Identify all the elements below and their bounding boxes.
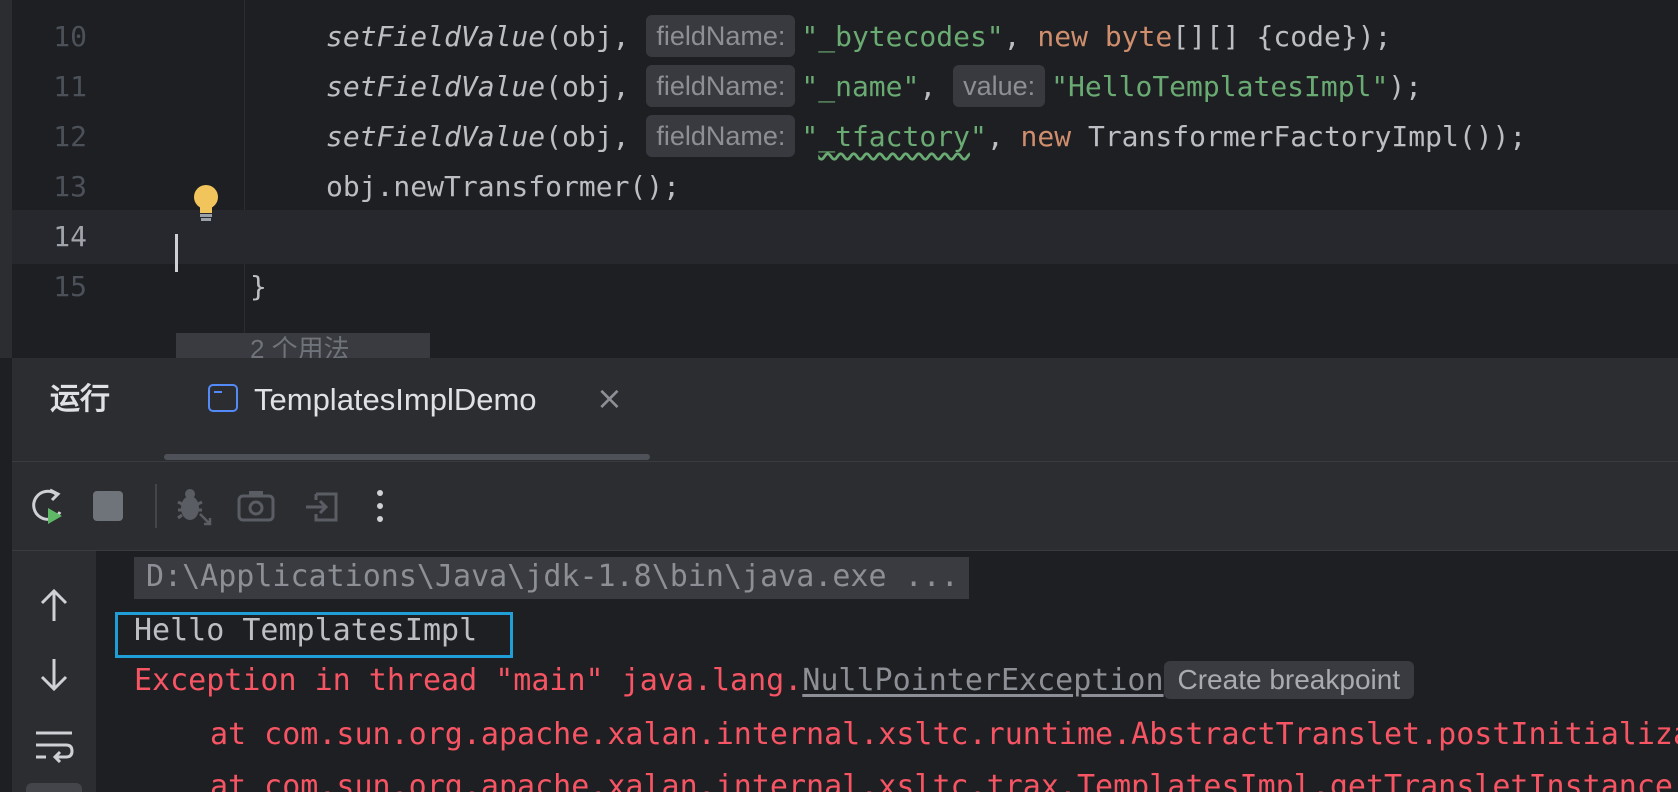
command-line[interactable]: D:\Applications\Java\jdk-1.8\bin\java.ex… (134, 557, 969, 599)
code-args: (obj, (545, 70, 647, 103)
arrow-down-icon[interactable] (32, 653, 76, 697)
stack-trace-line[interactable]: at com.sun.org.apache.xalan.internal.xsl… (210, 715, 1678, 755)
toolbar-separator (155, 484, 157, 528)
code-text[interactable]: setFieldValue(obj, fieldName: "_name", va… (326, 60, 1422, 114)
code-text[interactable]: setFieldValue(obj, fieldName: "_bytecodes… (326, 10, 1391, 64)
run-tool-window-header: 运行 TemplatesImplDemo × (12, 358, 1678, 462)
string-literal: "_name" (801, 70, 920, 103)
parameter-hint: fieldName: (646, 115, 796, 157)
parameter-hint: fieldName: (646, 65, 796, 107)
code-punct: , (919, 70, 954, 103)
code-punct: , (986, 120, 1021, 153)
code-args: (obj, (545, 20, 647, 53)
code-line[interactable]: 12 setFieldValue(obj, fieldName: "_tfacto… (12, 110, 1678, 164)
string-quote: " (801, 120, 819, 153)
more-options-icon[interactable] (358, 484, 402, 528)
string-quote: " (969, 120, 987, 153)
code-text[interactable]: obj.newTransformer(); (326, 160, 680, 214)
code-editor[interactable]: 10 setFieldValue(obj, fieldName: "_byteco… (0, 0, 1678, 358)
method-call: setFieldValue (326, 20, 546, 53)
stack-trace-line[interactable]: at com.sun.org.apache.xalan.internal.xsl… (210, 767, 1678, 792)
code-line[interactable]: 15 } (12, 260, 1678, 314)
arrow-up-icon[interactable] (32, 585, 76, 629)
parameter-hint: value: (953, 65, 1046, 107)
console-output[interactable]: D:\Applications\Java\jdk-1.8\bin\java.ex… (12, 551, 1678, 792)
string-literal: "HelloTemplatesImpl" (1051, 70, 1389, 103)
scroll-to-end-button[interactable] (26, 783, 82, 792)
code-punct: , (1003, 20, 1038, 53)
exception-line: Exception in thread "main" java.lang.Nul… (134, 660, 1415, 701)
code-line[interactable]: 10 setFieldValue(obj, fieldName: "_byteco… (12, 10, 1678, 64)
exception-class-link[interactable]: NullPointerException (802, 663, 1163, 698)
line-number: 13 (53, 170, 87, 203)
restore-layout-icon[interactable] (300, 484, 344, 528)
text-caret (175, 234, 178, 272)
usages-hint[interactable]: 2 个用法 (250, 336, 350, 358)
debug-icon[interactable] (170, 484, 214, 528)
code-line[interactable]: 11 setFieldValue(obj, fieldName: "_name",… (12, 60, 1678, 114)
run-tab[interactable]: TemplatesImplDemo × (196, 372, 660, 430)
code-line-current[interactable]: 14 (12, 210, 1678, 264)
code-line[interactable]: 13 obj.newTransformer(); (12, 160, 1678, 214)
soft-wrap-icon[interactable] (32, 723, 76, 767)
tab-selection-indicator (164, 454, 650, 460)
run-tab-label: TemplatesImplDemo (254, 382, 537, 417)
rerun-icon[interactable] (26, 484, 70, 528)
close-icon[interactable]: × (596, 378, 623, 418)
line-number: 11 (53, 70, 87, 103)
keyword: byte (1104, 20, 1173, 53)
run-panel-title: 运行 (50, 383, 110, 416)
run-toolbar (12, 462, 1678, 550)
console-side-toolbar (12, 551, 96, 792)
editor-left-edge (0, 0, 12, 358)
typo-string-literal: _tfactory (818, 120, 970, 153)
parameter-hint: fieldName: (646, 15, 796, 57)
highlight-box (115, 612, 513, 658)
method-call: setFieldValue (326, 120, 546, 153)
create-breakpoint-button[interactable]: Create breakpoint (1163, 660, 1415, 699)
screenshot-icon[interactable] (234, 484, 278, 528)
code-text[interactable]: } (250, 260, 267, 314)
string-literal: "_bytecodes" (801, 20, 1004, 53)
code-rest: ); (1388, 70, 1423, 103)
line-number: 14 (53, 220, 87, 253)
code-rest: TransformerFactoryImpl()); (1071, 120, 1527, 153)
keyword: new (1037, 20, 1088, 53)
code-text[interactable]: setFieldValue(obj, fieldName: "_tfactory"… (326, 110, 1526, 164)
exception-prefix: Exception in thread "main" java.lang. (134, 663, 803, 698)
intention-bulb-icon[interactable] (188, 183, 224, 225)
method-call: setFieldValue (326, 70, 546, 103)
keyword: new (1020, 120, 1072, 153)
code-rest: [][] {code}); (1172, 20, 1392, 53)
line-number: 10 (53, 20, 87, 53)
code-args: (obj, (545, 120, 647, 153)
line-number: 12 (53, 120, 87, 153)
console-icon (208, 384, 238, 412)
stop-icon[interactable] (86, 484, 130, 528)
line-number: 15 (53, 270, 87, 303)
